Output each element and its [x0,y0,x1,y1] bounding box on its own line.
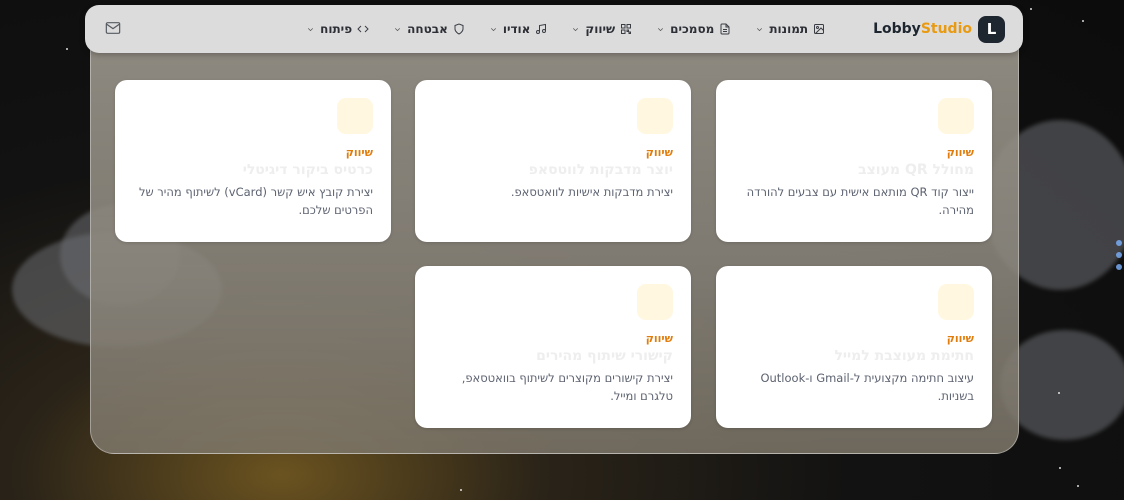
qr-code-icon [621,24,632,34]
nav-item-development[interactable]: פיתוח [306,22,369,36]
tool-card-share-links[interactable]: שיווק קישורי שיתוף מהירים יצירת קישורים … [415,266,691,428]
brand-name-a: Lobby [873,21,921,37]
main-nav: תמונות מסמכים שיווק אודיו אבטחה פיתוח [306,22,825,36]
brand-name-b: Studio [920,21,972,37]
nav-item-label: אבטחה [407,22,448,36]
side-dot [1116,240,1122,246]
tool-icon [637,284,673,320]
top-navbar: L LobbyStudio תמונות מסמכים שיווק אודיו … [85,5,1023,53]
chevron-down-icon [308,27,314,31]
brand-name: LobbyStudio [873,21,972,37]
tool-icon [938,98,974,134]
nav-item-documents[interactable]: מסמכים [656,22,731,36]
nav-item-security[interactable]: אבטחה [393,22,465,36]
card-description: יצירת מדבקות אישיות לוואטסאפ. [510,185,673,199]
card-title: מחולל QR מעוצב [858,162,974,178]
card-category: שיווק [946,146,974,159]
tool-icon [637,98,673,134]
background-star [1077,485,1079,487]
card-title: יוצר מדבקות לווטסאפ [528,162,673,178]
card-category: שיווק [645,146,673,159]
chevron-down-icon [573,27,579,31]
background-star [66,48,68,50]
mail-icon [105,22,121,34]
chevron-down-icon [490,27,496,31]
nav-item-images[interactable]: תמונות [755,22,825,36]
chevron-down-icon [757,27,763,31]
card-description: ייצור קוד QR מותאם אישית עם צבעים להורדה… [746,185,974,217]
card-description: יצירת קובץ איש קשר (vCard) לשיתוף מהיר ש… [138,185,373,217]
nav-item-audio[interactable]: אודיו [489,22,548,36]
document-icon [720,23,730,35]
tool-card-email-signature[interactable]: שיווק חתימת מעוצבת למייל עיצוב חתימה מקצ… [716,266,992,428]
background-star [1082,20,1084,22]
card-category: שיווק [645,332,673,345]
card-category: שיווק [946,332,974,345]
side-dots [1116,240,1122,276]
chevron-down-icon [658,27,664,31]
code-icon [357,25,369,33]
card-description: יצירת קישורים מקוצרים לשיתוף בוואטסאפ, ט… [461,371,673,403]
card-title: כרטיס ביקור דיגיטלי [242,162,373,178]
nav-item-label: אודיו [502,22,531,36]
contact-button[interactable] [103,20,121,38]
tool-icon [337,98,373,134]
tool-card-whatsapp-stickers[interactable]: שיווק יוצר מדבקות לווטסאפ יצירת מדבקות א… [415,80,691,242]
tool-icon [938,284,974,320]
brand-logo[interactable]: L LobbyStudio [873,15,1005,43]
nav-item-label: פיתוח [320,22,353,36]
tool-card-qr[interactable]: שיווק מחולל QR מעוצב ייצור קוד QR מותאם … [716,80,992,242]
tool-card-vcard[interactable]: שיווק כרטיס ביקור דיגיטלי יצירת קובץ איש… [115,80,391,242]
nav-item-label: שיווק [585,22,616,36]
card-category: שיווק [345,146,373,159]
image-icon [814,24,825,34]
nav-item-label: תמונות [769,22,809,36]
chevron-down-icon [395,27,401,31]
side-dot [1116,252,1122,258]
background-star [460,489,462,491]
nav-item-label: מסמכים [670,22,715,36]
background-star [1030,8,1032,10]
background-star [1059,467,1061,469]
card-description: עיצוב חתימה מקצועית ל-Gmail ו-Outlook בש… [760,371,974,403]
card-title: חתימת מעוצבת למייל [834,348,974,364]
logo-badge: L [978,15,1005,43]
nav-item-marketing[interactable]: שיווק [571,22,632,36]
side-dot [1116,264,1122,270]
card-title: קישורי שיתוף מהירים [536,348,673,364]
music-icon [536,23,547,34]
background-star [1058,392,1060,394]
shield-icon [454,23,464,35]
